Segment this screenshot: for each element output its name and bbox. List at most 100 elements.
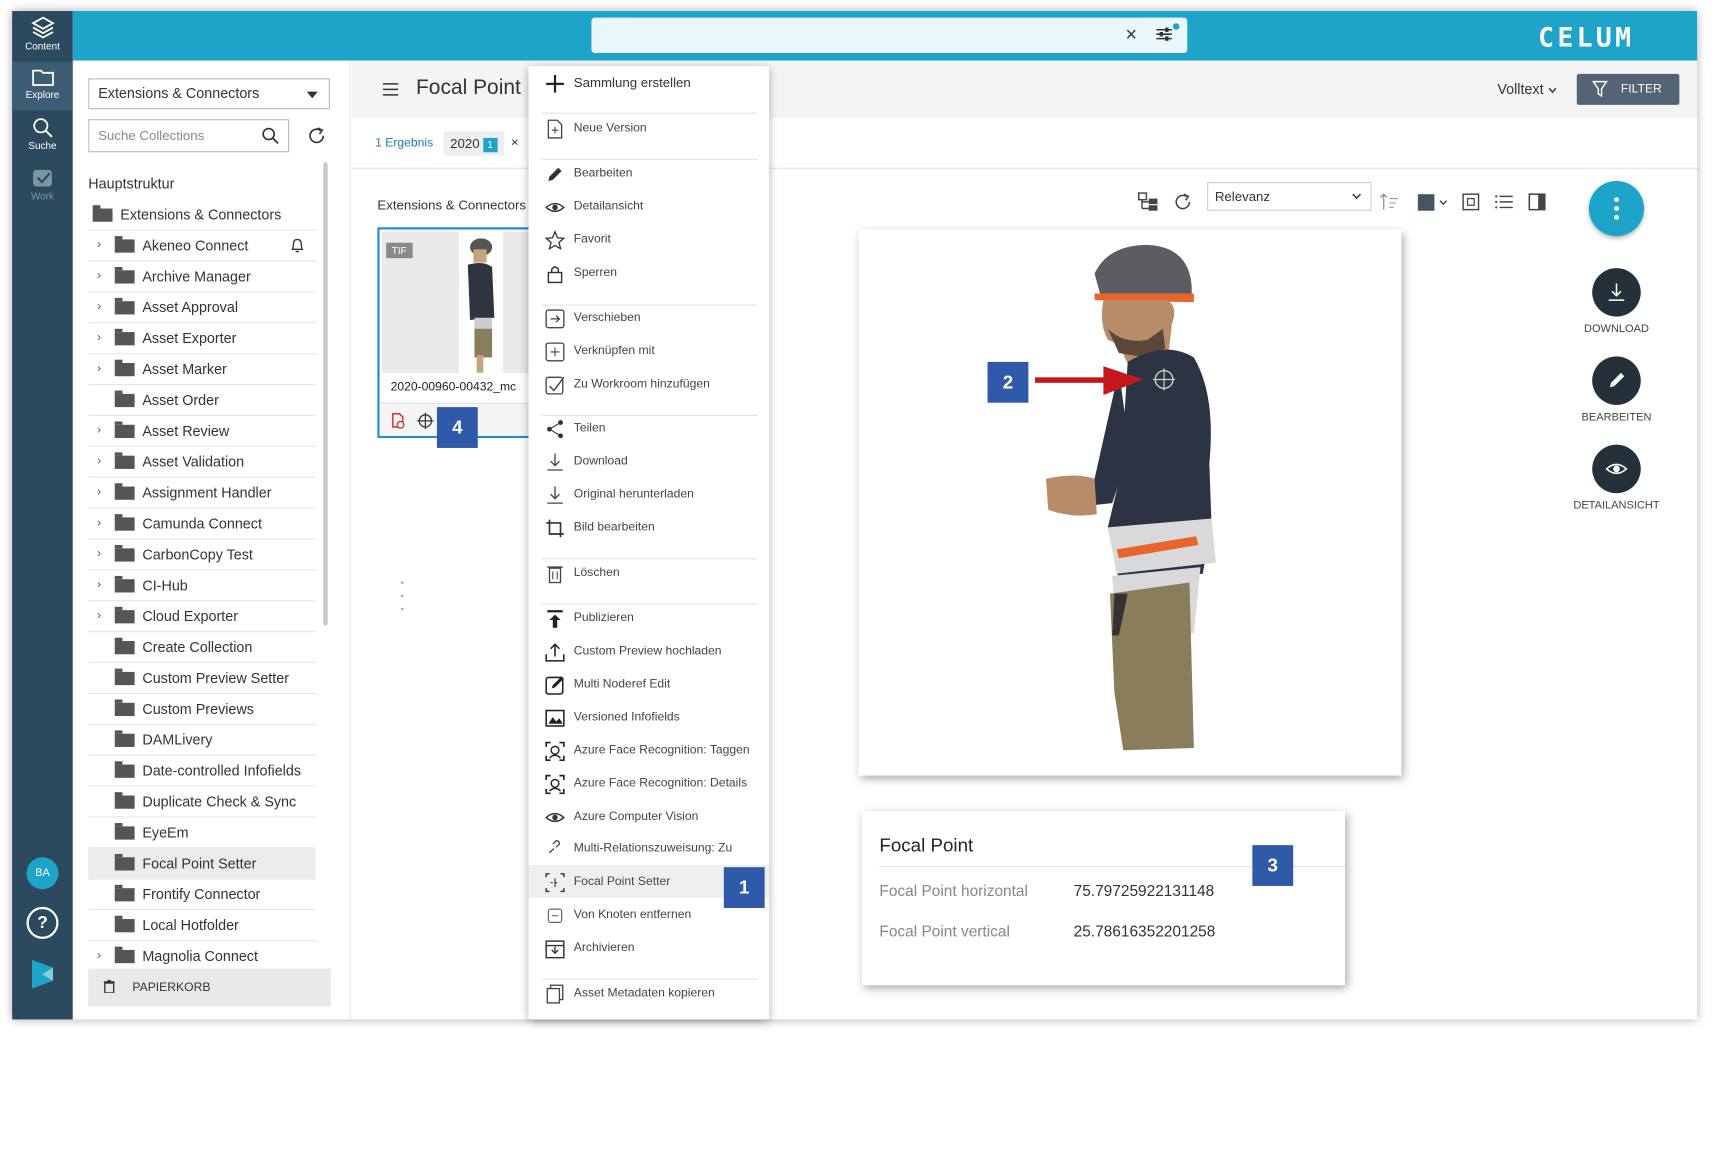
menu-item[interactable]: Sammlung erstellen [529, 66, 770, 99]
menu-item[interactable]: Neue Version [529, 111, 770, 144]
chevron-right-icon[interactable]: › [97, 509, 101, 539]
tree-item[interactable]: EyeEm [88, 818, 316, 849]
chevron-right-icon[interactable]: › [97, 601, 101, 631]
menu-item[interactable]: Bild bearbeiten [529, 511, 770, 544]
menu-item[interactable]: Detailansicht [529, 190, 770, 223]
menu-item[interactable]: Azure Computer Vision [529, 800, 770, 833]
rail-work[interactable]: Work [12, 163, 73, 212]
avatar[interactable]: BA [26, 857, 59, 890]
hierarchy-icon[interactable] [1137, 192, 1160, 212]
tree-item-root[interactable]: Extensions & Connectors [88, 200, 316, 231]
chevron-right-icon[interactable]: › [97, 941, 101, 971]
search-mode-select[interactable]: Volltext [1497, 81, 1556, 97]
menu-item[interactable]: Azure Face Recognition: Taggen [529, 734, 770, 767]
tree-item[interactable]: Create Collection [88, 632, 316, 664]
clear-search-button[interactable]: × [1125, 23, 1137, 46]
tile-size-icon[interactable] [1417, 192, 1450, 212]
chevron-right-icon[interactable]: › [97, 540, 101, 570]
tree-item[interactable]: Local Hotfolder [88, 910, 316, 942]
menu-item[interactable]: Azure Face Recognition: Details [529, 767, 770, 800]
refresh-icon[interactable] [1173, 192, 1193, 212]
trash-bin[interactable]: PAPIERKORB [88, 968, 332, 1007]
tree-item[interactable]: › Asset Validation [88, 447, 316, 478]
menu-item[interactable]: Sperren [529, 256, 770, 289]
tree-item[interactable]: Focal Point Setter [88, 848, 316, 880]
tree-item[interactable]: DAMLivery [88, 725, 316, 756]
menu-item[interactable]: Zu Workroom hinzufügen [529, 367, 770, 400]
menu-item[interactable]: Download [529, 445, 770, 478]
tree-item[interactable]: › CI-Hub [88, 570, 316, 602]
global-search-input[interactable]: × [591, 17, 1188, 53]
menu-item[interactable]: Favorit [529, 223, 770, 256]
locked-file-icon[interactable] [391, 413, 406, 430]
tree-item[interactable]: › Akeneo Connect [88, 231, 316, 262]
rail-explore[interactable]: Explore [12, 61, 73, 111]
tree-item[interactable]: › Asset Exporter [88, 323, 316, 355]
panel-resize-handle[interactable] [400, 579, 404, 612]
tree-item[interactable]: › Magnolia Connect [88, 941, 316, 973]
tree-item[interactable]: Custom Previews [88, 694, 316, 725]
menu-item[interactable]: Custom Preview hochladen [529, 634, 770, 667]
rail-content[interactable]: Content [12, 11, 73, 60]
chevron-right-icon[interactable]: › [97, 323, 101, 353]
search-icon[interactable] [262, 127, 280, 145]
tree-item[interactable]: Frontify Connector [88, 879, 316, 911]
asset-preview[interactable] [858, 229, 1402, 776]
sort-select[interactable]: Relevanz [1207, 182, 1372, 211]
tree-item[interactable]: › Cloud Exporter [88, 601, 316, 633]
breadcrumb[interactable]: Extensions & Connectors [377, 197, 526, 212]
tree-item[interactable]: › Camunda Connect [88, 509, 316, 540]
menu-item[interactable]: Verknüpfen mit [529, 334, 770, 367]
chevron-right-icon[interactable]: › [97, 231, 101, 261]
menu-item[interactable]: Original herunterladen [529, 478, 770, 511]
download-button[interactable] [1592, 268, 1641, 317]
focus-frame-icon[interactable] [1461, 192, 1481, 212]
menu-item[interactable]: Verschieben [529, 301, 770, 334]
more-actions-button[interactable] [1588, 180, 1645, 237]
tune-icon[interactable] [1155, 26, 1173, 41]
focal-point-icon[interactable] [417, 412, 434, 430]
tree-item[interactable]: › Asset Review [88, 416, 316, 447]
filter-button[interactable]: FILTER [1576, 73, 1680, 105]
collection-select[interactable]: Extensions & Connectors [88, 78, 330, 110]
menu-item[interactable]: Multi Noderef Edit [529, 667, 770, 700]
side-panel-icon[interactable] [1527, 192, 1547, 212]
rail-search[interactable]: Suche [12, 113, 73, 162]
chevron-right-icon[interactable]: › [97, 416, 101, 446]
chevron-right-icon[interactable]: › [97, 478, 101, 508]
menu-item[interactable]: Teilen [529, 412, 770, 445]
menu-item[interactable]: Multi-Relationszuweisung: Zu [529, 832, 770, 865]
remove-filter-button[interactable]: × [511, 135, 519, 150]
tree-item[interactable]: › Asset Approval [88, 292, 316, 324]
chevron-right-icon[interactable]: › [97, 354, 101, 384]
tree-item[interactable]: › Assignment Handler [88, 478, 316, 509]
sort-direction-icon[interactable] [1379, 192, 1399, 212]
tree-item[interactable]: Date-controlled Infofields [88, 756, 316, 787]
chevron-right-icon[interactable]: › [97, 570, 101, 600]
menu-item[interactable]: Bearbeiten [529, 157, 770, 190]
asset-thumbnail[interactable]: TIF [381, 231, 539, 373]
chevron-right-icon[interactable]: › [97, 261, 101, 291]
tree-item[interactable]: Duplicate Check & Sync [88, 787, 316, 818]
refresh-icon[interactable] [307, 126, 327, 146]
tree-item[interactable]: Asset Order [88, 385, 316, 416]
menu-item[interactable]: Asset Metadaten kopieren [529, 976, 770, 1009]
menu-item[interactable]: Archivieren [529, 931, 770, 964]
menu-item[interactable]: Löschen [529, 556, 770, 589]
menu-item[interactable]: Versioned Infofields [529, 701, 770, 734]
tree-item[interactable]: › Asset Marker [88, 354, 316, 386]
detail-view-button[interactable] [1592, 444, 1641, 494]
tree-item[interactable]: › Archive Manager [88, 261, 316, 293]
chevron-right-icon[interactable]: › [97, 292, 101, 322]
list-view-icon[interactable] [1494, 192, 1514, 212]
chevron-right-icon[interactable]: › [97, 447, 101, 477]
edit-button[interactable] [1592, 356, 1641, 405]
tree-scrollbar[interactable] [323, 162, 328, 626]
bell-icon[interactable] [290, 237, 304, 254]
tree-item[interactable]: › CarbonCopy Test [88, 540, 316, 571]
collection-search-input[interactable]: Suche Collections [88, 119, 290, 153]
menu-icon[interactable] [382, 83, 399, 96]
menu-item[interactable]: Publizieren [529, 601, 770, 634]
help-button[interactable]: ? [26, 906, 59, 939]
filter-chip[interactable]: 2020 1 [443, 131, 505, 156]
